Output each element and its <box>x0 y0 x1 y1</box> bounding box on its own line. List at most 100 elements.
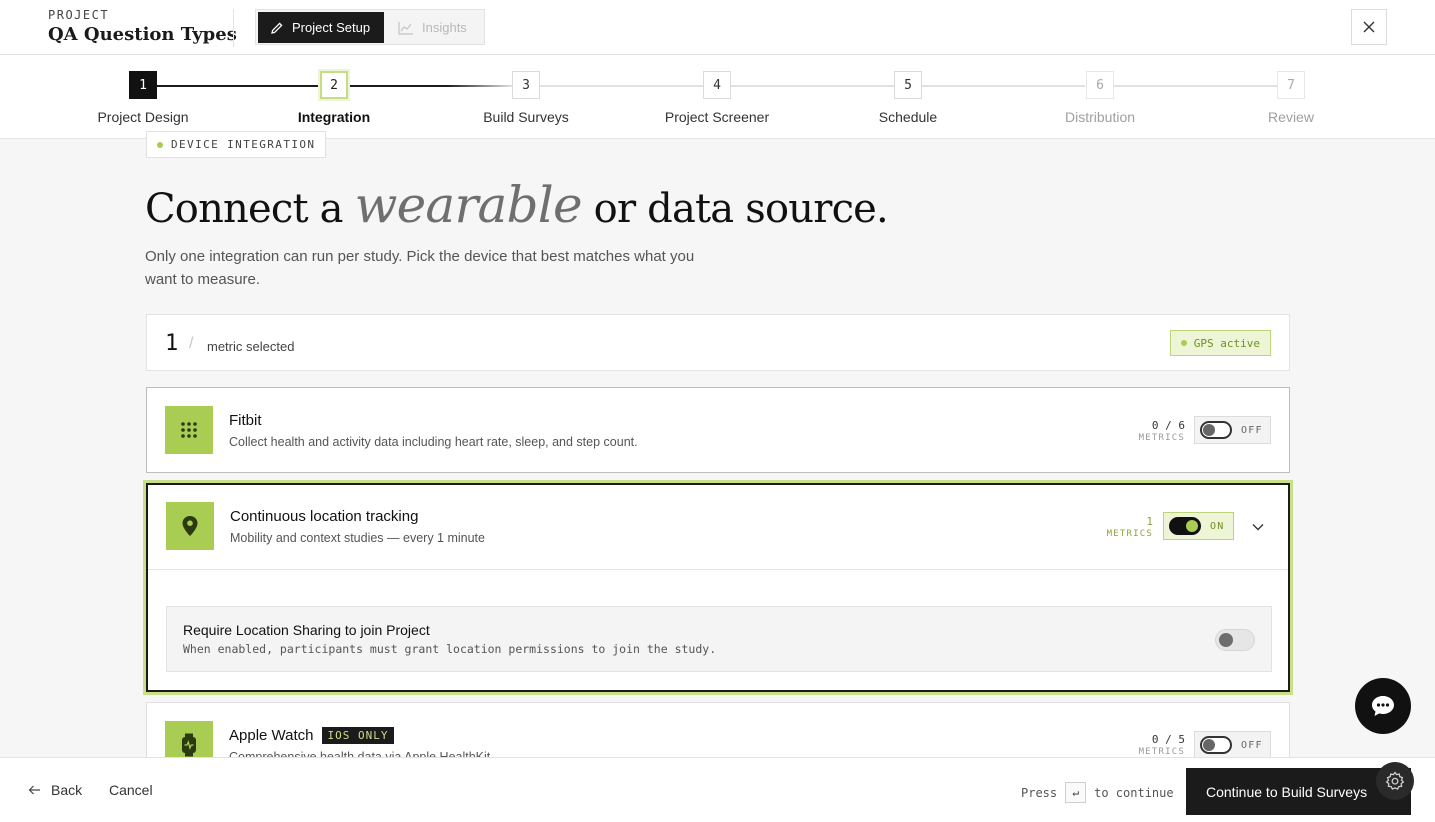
step-connector <box>1113 85 1277 87</box>
hint-continue: to continue <box>1094 785 1174 800</box>
toggle-knob <box>1203 424 1215 436</box>
settings-button[interactable] <box>1376 762 1414 800</box>
step-connector <box>922 85 1085 87</box>
expand-button[interactable] <box>1248 517 1268 537</box>
step-5-label[interactable]: Schedule <box>818 109 998 125</box>
metrics-label: METRICS <box>1138 747 1185 757</box>
toggle-state: OFF <box>1241 424 1263 436</box>
step-7-marker[interactable]: 7 <box>1277 71 1305 99</box>
location-options-panel: Require Location Sharing to join Project… <box>148 569 1288 690</box>
integration-description: Collect health and activity data includi… <box>229 435 638 449</box>
fitbit-toggle[interactable]: OFF <box>1194 416 1271 444</box>
divider <box>233 9 234 47</box>
integration-card-fitbit[interactable]: Fitbit Collect health and activity data … <box>146 387 1290 473</box>
toggle-track <box>1169 517 1201 535</box>
metrics-value: 0 / 6 <box>1151 419 1185 432</box>
tab-label: Insights <box>422 20 467 35</box>
location-pin-icon <box>182 516 198 536</box>
section-chip: DEVICE INTEGRATION <box>146 131 327 158</box>
integration-description: Mobility and context studies — every 1 m… <box>230 531 485 545</box>
cancel-button[interactable]: Cancel <box>109 782 153 798</box>
view-switcher: Project Setup Insights <box>255 9 485 45</box>
headline-italic: wearable <box>354 176 583 234</box>
gps-badge-label: GPS active <box>1193 336 1260 350</box>
option-title: Require Location Sharing to join Project <box>183 622 430 638</box>
step-6-marker[interactable]: 6 <box>1086 71 1114 99</box>
step-connector <box>731 85 894 87</box>
close-button[interactable] <box>1351 9 1387 45</box>
metrics-value: 0 / 5 <box>1151 733 1185 746</box>
step-1-label[interactable]: Project Design <box>53 109 233 125</box>
dots-grid-icon <box>181 422 197 438</box>
chat-bubble-icon <box>1372 696 1394 716</box>
integration-title: Fitbit <box>229 412 262 429</box>
metric-slash: / <box>189 335 194 352</box>
enter-key-icon: ↵ <box>1065 782 1087 803</box>
ios-only-badge: IOS ONLY <box>321 727 395 744</box>
step-2-label[interactable]: Integration <box>244 109 424 125</box>
step-3-label[interactable]: Build Surveys <box>436 109 616 125</box>
pencil-icon <box>271 21 283 34</box>
fitbit-tile <box>165 406 213 454</box>
footer-bar: Back Cancel Press ↵ to continue Continue… <box>0 757 1435 822</box>
step-5-marker[interactable]: 5 <box>894 71 922 99</box>
apple-watch-toggle[interactable]: OFF <box>1194 731 1271 759</box>
chip-label: DEVICE INTEGRATION <box>171 138 316 151</box>
hint-press: Press <box>1021 785 1058 800</box>
headline-end: or data source. <box>581 186 889 232</box>
integration-card-apple-watch[interactable]: Apple WatchIOS ONLY Comprehensive health… <box>146 702 1290 769</box>
metrics-count: 1 METRICS <box>1093 515 1153 539</box>
integration-name: Apple Watch <box>229 727 314 744</box>
require-location-toggle[interactable] <box>1215 629 1255 651</box>
toggle-knob <box>1203 739 1215 751</box>
require-location-row: Require Location Sharing to join Project… <box>166 606 1272 672</box>
tab-project-setup[interactable]: Project Setup <box>258 12 384 43</box>
location-tile <box>166 502 214 550</box>
page-title: Connect a wearable or data source. <box>145 176 889 234</box>
toggle-state: ON <box>1210 520 1225 532</box>
metric-summary: 1 / metric selected GPS active <box>146 314 1290 371</box>
project-kicker: PROJECT <box>48 8 110 22</box>
metrics-label: METRICS <box>1138 433 1185 443</box>
step-3-marker[interactable]: 3 <box>512 71 540 99</box>
headline-start: Connect a <box>145 186 355 232</box>
toggle-track <box>1200 421 1232 439</box>
integration-title: Apple Watch IOS ONLY <box>229 727 395 744</box>
step-connector <box>540 85 703 87</box>
status-dot <box>157 141 163 148</box>
step-connector <box>349 85 512 87</box>
gps-status-badge: GPS active <box>1169 330 1271 356</box>
toggle-knob <box>1219 633 1233 647</box>
step-1-marker[interactable]: 1 <box>129 71 157 99</box>
integration-card-location[interactable]: Continuous location tracking Mobility an… <box>146 483 1290 692</box>
progress-stepper: 1 2 3 4 5 6 7 Project Design Integration… <box>0 55 1435 139</box>
chat-button[interactable] <box>1355 678 1411 734</box>
tab-insights[interactable]: Insights <box>386 12 479 43</box>
integration-title: Continuous location tracking <box>230 508 419 525</box>
toggle-knob <box>1186 520 1198 532</box>
step-6-label[interactable]: Distribution <box>1010 109 1190 125</box>
metrics-count: 0 / 6 METRICS <box>1125 419 1185 443</box>
chart-icon <box>398 21 413 35</box>
toggle-track <box>1200 736 1232 754</box>
arrow-left-icon <box>28 785 40 795</box>
back-label: Back <box>51 782 83 798</box>
project-name: QA Question Types <box>48 24 237 45</box>
tab-label: Project Setup <box>292 20 371 35</box>
step-2-marker[interactable]: 2 <box>320 71 348 99</box>
close-icon <box>1363 21 1375 33</box>
option-description: When enabled, participants must grant lo… <box>183 642 717 656</box>
metrics-value: 1 <box>1146 515 1153 528</box>
metrics-count: 0 / 5 METRICS <box>1125 733 1185 757</box>
step-7-label[interactable]: Review <box>1201 109 1381 125</box>
step-4-label[interactable]: Project Screener <box>627 109 807 125</box>
location-toggle[interactable]: ON <box>1163 512 1234 540</box>
back-button[interactable]: Back <box>28 782 82 798</box>
top-bar: PROJECT QA Question Types Project Setup … <box>0 0 1435 55</box>
metrics-label: METRICS <box>1106 529 1153 539</box>
step-4-marker[interactable]: 4 <box>703 71 731 99</box>
watch-icon <box>182 733 196 757</box>
gear-icon <box>1385 771 1405 790</box>
keyboard-hint: Press ↵ to continue <box>1021 782 1174 803</box>
page-subtitle: Only one integration can run per study. … <box>145 248 695 288</box>
